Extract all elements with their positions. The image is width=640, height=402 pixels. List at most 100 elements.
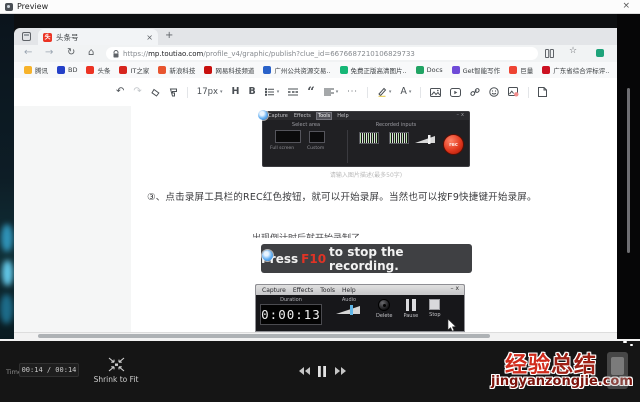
format-brush-icon[interactable] — [169, 88, 178, 97]
image-resize-handle[interactable] — [258, 110, 268, 120]
vertical-scrollbar-thumb[interactable] — [627, 88, 630, 253]
bookmark-item[interactable]: 巨量 — [509, 65, 533, 75]
bookmark-item[interactable]: Docs — [416, 66, 443, 74]
split-screen-icon[interactable] — [545, 49, 554, 58]
bookmark-item[interactable]: 腾讯 — [24, 65, 48, 75]
tab-actions-icon[interactable] — [22, 32, 31, 41]
wallpaper-blob — [0, 294, 13, 324]
bookmark-item[interactable]: 网易科技频道 — [204, 65, 254, 75]
pause-button[interactable] — [315, 365, 329, 377]
highlight-pen-icon[interactable]: ▾ — [377, 87, 392, 97]
eraser-icon[interactable] — [151, 88, 160, 97]
window-controls[interactable]: –x — [457, 112, 466, 118]
step-paragraph[interactable]: ③、点击录屏工具栏的REC红色按钮，就可以开始录屏。当然也可以按F9快捷键开始录… — [147, 189, 587, 203]
embedded-image-recorder[interactable]: Capture Effects Tools Help –x Select are… — [262, 111, 470, 167]
bookmark-item[interactable]: 新浪科技 — [158, 65, 195, 75]
new-tab-button[interactable]: + — [165, 30, 173, 41]
hotkey-f10: F10 — [301, 252, 326, 266]
toolbar-divider — [367, 87, 368, 98]
bookmark-item[interactable]: 头条 — [86, 65, 110, 75]
menu-effects[interactable]: Effects — [293, 287, 313, 294]
image-resize-handle[interactable] — [262, 250, 273, 261]
home-icon[interactable]: ⌂ — [88, 45, 94, 61]
duration-label: Duration — [280, 297, 302, 303]
input-source-box[interactable] — [389, 132, 409, 144]
embedded-image-recorder-toolbar[interactable]: Capture Effects Tools Help –x Duration 0… — [255, 284, 465, 332]
divider-insert-icon[interactable] — [288, 88, 298, 96]
undo-icon[interactable]: ↶ — [116, 87, 124, 97]
step-forward-button[interactable] — [333, 365, 347, 377]
tab-favicon: 头 — [43, 33, 52, 42]
address-bar[interactable]: https://mp.toutiao.com/profile_v4/graphi… — [106, 47, 538, 60]
pause-button[interactable]: Pause — [403, 299, 418, 332]
font-size-select[interactable]: 17px▾ — [197, 88, 223, 97]
bookmark-item[interactable]: 广东省综合评标评.. — [542, 65, 609, 75]
audio-slider[interactable] — [336, 304, 362, 315]
step-backward-button[interactable] — [297, 365, 311, 377]
insert-image-icon[interactable] — [430, 88, 441, 97]
more-icon[interactable]: ··· — [347, 88, 358, 96]
step-forward-icon — [335, 367, 346, 375]
toolbar-divider — [187, 87, 188, 98]
window-controls[interactable]: –x — [450, 285, 461, 292]
emoji-icon[interactable] — [489, 87, 499, 97]
redo-icon[interactable]: ↷ — [133, 87, 141, 97]
menu-help[interactable]: Help — [342, 287, 356, 294]
menu-capture[interactable]: Capture — [268, 113, 288, 119]
horizontal-scrollbar[interactable] — [14, 332, 617, 339]
favorites-star-icon[interactable]: ☆ — [569, 46, 577, 56]
browser-tab[interactable]: 头 头条号 × — [38, 29, 158, 45]
bookmark-item[interactable]: Get智能写作 — [452, 65, 501, 75]
bookmark-favicon — [119, 66, 127, 74]
delete-button[interactable]: Delete — [376, 299, 392, 332]
chevron-down-icon: ▾ — [277, 90, 280, 95]
duration-display: 0:00:13 — [260, 304, 322, 325]
blockquote-icon[interactable]: “ — [307, 88, 314, 96]
tab-close-icon[interactable]: × — [146, 33, 153, 42]
list-icon[interactable]: ▾ — [265, 88, 280, 96]
full-screen-thumb[interactable] — [275, 130, 301, 143]
mouse-cursor-icon — [447, 319, 457, 332]
custom-area-thumb[interactable] — [309, 131, 325, 143]
input-source-box[interactable] — [359, 132, 379, 144]
menu-help[interactable]: Help — [337, 113, 348, 119]
insert-video-icon[interactable] — [450, 88, 461, 97]
menu-tools[interactable]: Tools — [317, 113, 331, 119]
bold-button[interactable]: B — [249, 87, 256, 97]
chevron-down-icon: ▾ — [409, 90, 412, 95]
image-audit-icon[interactable] — [508, 87, 519, 97]
forward-icon[interactable]: → — [45, 45, 53, 61]
shrink-to-fit-label[interactable]: Shrink to Fit — [80, 375, 152, 384]
bookmark-item[interactable]: 免费正版高清图片.. — [340, 65, 407, 75]
volume-slider[interactable] — [415, 135, 437, 144]
stop-button[interactable]: Stop — [429, 299, 440, 332]
back-icon[interactable]: ← — [24, 45, 32, 61]
menu-effects[interactable]: Effects — [294, 113, 311, 119]
embedded-image-stop-banner[interactable]: Press F10 to stop the recording. — [261, 244, 472, 273]
rec-button[interactable]: rec — [443, 134, 464, 155]
toolbar-divider — [420, 87, 421, 98]
shrink-to-fit-icon[interactable] — [107, 356, 126, 373]
bookmark-item[interactable]: 广州公共资源交易.. — [263, 65, 330, 75]
heading-button[interactable]: H — [232, 87, 240, 97]
align-icon[interactable]: ▾ — [324, 88, 339, 96]
editor-toolbar: ↶ ↷ 17px▾ H B ▾ “ ▾ ··· ▾ A▾ — [116, 82, 547, 102]
wallpaper-blob — [1, 224, 13, 252]
article-preview-icon[interactable] — [538, 87, 547, 97]
extension-icon[interactable] — [596, 49, 604, 57]
bookmark-favicon — [24, 66, 32, 74]
menu-capture[interactable]: Capture — [262, 287, 286, 294]
pause-icon — [406, 299, 416, 311]
clipped-text-line: 出现倒计时后就开始录制了 — [252, 231, 452, 238]
text-color-icon[interactable]: A▾ — [400, 87, 411, 97]
desktop-wallpaper-strip — [0, 14, 14, 341]
scrollbar-thumb[interactable] — [38, 334, 490, 338]
panel-divider — [347, 130, 348, 163]
close-icon[interactable]: × — [622, 0, 630, 13]
insert-link-icon[interactable] — [470, 87, 480, 97]
bookmark-item[interactable]: BD — [57, 66, 77, 74]
refresh-icon[interactable]: ↻ — [67, 45, 75, 61]
image-caption-placeholder[interactable]: 请输入图片描述(最多50字) — [262, 170, 470, 179]
bookmark-item[interactable]: IT之家 — [119, 65, 149, 75]
menu-tools[interactable]: Tools — [320, 287, 335, 294]
